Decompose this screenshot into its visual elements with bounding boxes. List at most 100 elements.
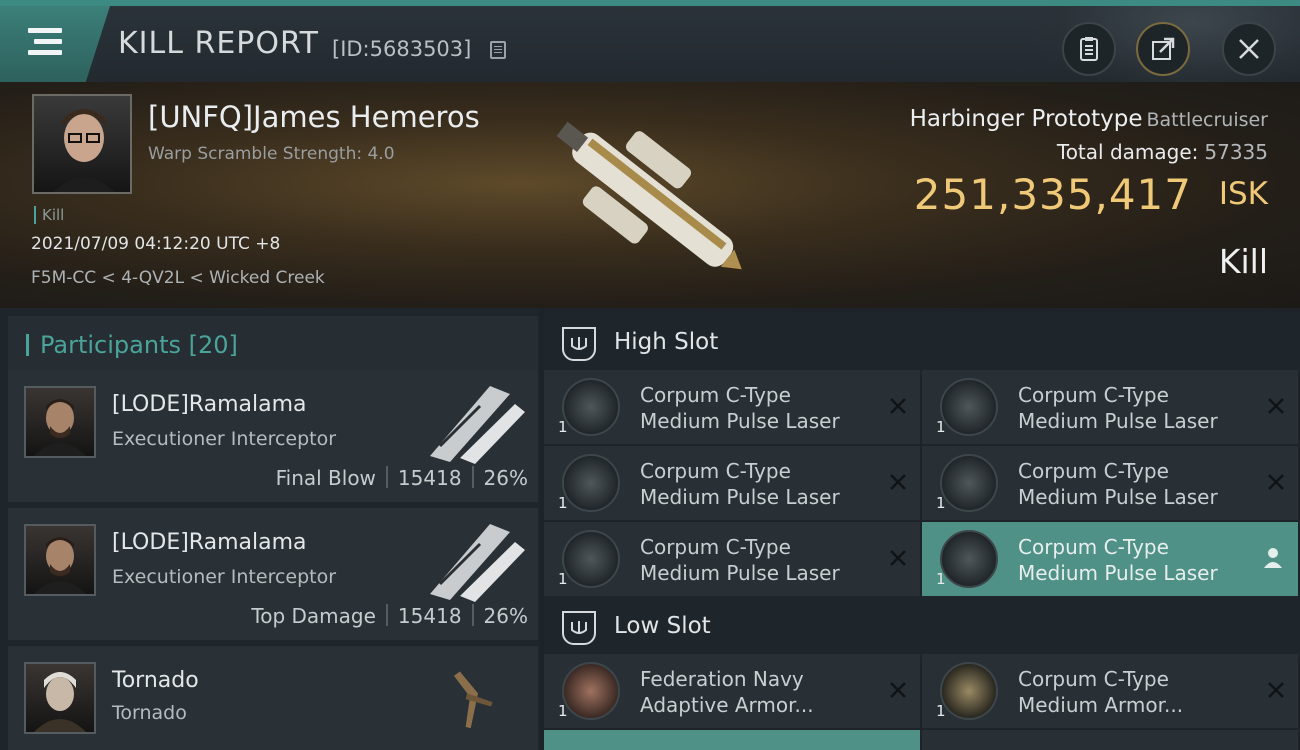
avatar-image	[53, 109, 115, 192]
clipboard-button[interactable]	[1062, 22, 1116, 76]
participants-label: Participants	[40, 331, 181, 359]
x-icon	[1268, 682, 1284, 698]
low-slot-label: Low Slot	[614, 613, 711, 639]
module-quantity: 1	[558, 702, 568, 720]
copy-icon[interactable]	[490, 41, 506, 59]
clipboard-icon	[1080, 37, 1098, 61]
module-name-line2: Medium Armor...	[1018, 693, 1184, 717]
kill-location[interactable]: F5M-CC < 4-QV2L < Wicked Creek	[31, 268, 325, 288]
module-quantity: 1	[558, 570, 568, 588]
participant-percent: 26%	[483, 466, 528, 490]
victim-ship-name[interactable]: Harbinger Prototype Battlecruiser	[910, 106, 1268, 132]
stat-divider	[385, 466, 388, 488]
low-slot-header: Low Slot	[544, 596, 1300, 658]
stat-divider	[471, 604, 474, 626]
total-damage-label: Total damage:	[1056, 140, 1199, 164]
kill-timestamp: 2021/07/09 04:12:20 UTC +8	[31, 234, 281, 254]
x-icon	[890, 398, 906, 414]
module-quantity: 1	[936, 702, 946, 720]
module-quantity: 1	[936, 418, 946, 436]
module-name: Corpum C-Type Medium Pulse Laser	[640, 382, 840, 434]
participant-stats: Final Blow 15418 26%	[276, 466, 528, 490]
armor-hardener-icon	[562, 662, 620, 720]
participant-damage: 15418	[397, 466, 462, 490]
participant-ship-image	[430, 386, 525, 464]
participant-ship: Executioner Interceptor	[112, 428, 337, 450]
pulse-laser-icon	[562, 530, 620, 588]
module-quantity: 1	[936, 570, 946, 588]
avatar-image	[34, 537, 86, 594]
participants-panel: Participants [20] [LODE]Ramalama Executi…	[0, 308, 540, 750]
participants-count: [20]	[188, 331, 238, 359]
pulse-laser-icon	[562, 378, 620, 436]
participant-card[interactable]: [LODE]Ramalama Executioner Interceptor F…	[8, 370, 538, 502]
module-item[interactable]: 1 Corpum C-Type Medium Pulse Laser	[922, 370, 1298, 444]
victim-summary: [UNFQ]James Hemeros Warp Scramble Streng…	[0, 82, 1300, 308]
module-name-line1: Corpum C-Type	[1018, 459, 1169, 483]
module-quantity: 1	[558, 494, 568, 512]
hamburger-icon-bar	[34, 39, 62, 44]
participants-header: Participants [20]	[8, 316, 538, 370]
participant-name: [LODE]Ramalama	[112, 392, 307, 417]
module-name-line2: Medium Pulse Laser	[1018, 561, 1218, 585]
hamburger-icon-bar	[28, 50, 62, 55]
x-icon	[890, 550, 906, 566]
module-name-line1: Corpum C-Type	[1018, 667, 1169, 691]
module-name-line2: Medium Pulse Laser	[640, 485, 840, 509]
avatar-image	[34, 399, 86, 456]
fitting-panel: High Slot 1 Corpum C-Type Medium Pulse La…	[540, 308, 1300, 750]
participant-tag: Top Damage	[251, 604, 376, 628]
page-title: KILL REPORT	[118, 26, 319, 61]
share-button[interactable]	[1136, 22, 1190, 76]
avatar-image	[34, 672, 86, 732]
module-item[interactable]: 1 Corpum C-Type Medium Pulse Laser	[544, 370, 920, 444]
participant-card[interactable]: [LODE]Ramalama Executioner Interceptor T…	[8, 508, 538, 640]
ship-type: Harbinger Prototype	[909, 106, 1143, 132]
high-slot-label: High Slot	[614, 329, 719, 355]
pulse-laser-icon	[940, 530, 998, 588]
total-damage: Total damage: 57335	[1057, 140, 1268, 164]
hamburger-icon	[28, 28, 62, 33]
header-bar: KILL REPORT [ID:5683503]	[0, 0, 1300, 88]
module-name: Federation Navy Adaptive Armor...	[640, 666, 814, 718]
module-name-line2: Medium Pulse Laser	[640, 561, 840, 585]
module-item-selected[interactable]: 1 Corpum C-Type Medium Pulse Laser	[922, 522, 1298, 596]
module-item-partial[interactable]	[544, 730, 920, 750]
isk-value: 251,335,417	[913, 170, 1192, 219]
victim-name[interactable]: [UNFQ]James Hemeros	[148, 100, 480, 134]
participant-card[interactable]: Tornado Tornado	[8, 646, 538, 750]
module-name-line2: Adaptive Armor...	[640, 693, 814, 717]
person-icon	[1264, 548, 1282, 568]
isk-unit: ISK	[1218, 176, 1268, 212]
armor-module-icon	[940, 662, 998, 720]
module-item-partial[interactable]	[922, 730, 1298, 750]
low-slot-icon	[562, 611, 596, 645]
participant-avatar	[24, 524, 96, 596]
participant-stats: Top Damage 15418 26%	[251, 604, 528, 628]
stat-divider	[471, 466, 474, 488]
module-item[interactable]: 1 Federation Navy Adaptive Armor...	[544, 654, 920, 728]
participant-tag: Final Blow	[275, 466, 376, 490]
victim-avatar[interactable]	[32, 94, 132, 194]
module-name: Corpum C-Type Medium Pulse Laser	[1018, 382, 1218, 434]
warp-scramble-strength: Warp Scramble Strength: 4.0	[148, 144, 395, 164]
high-slot-header: High Slot	[544, 312, 1300, 374]
participant-name: Tornado	[112, 668, 199, 693]
module-item[interactable]: 1 Corpum C-Type Medium Armor...	[922, 654, 1298, 728]
module-item[interactable]: 1 Corpum C-Type Medium Pulse Laser	[544, 446, 920, 520]
module-name: Corpum C-Type Medium Armor...	[1018, 666, 1183, 718]
module-quantity: 1	[936, 494, 946, 512]
x-icon	[890, 474, 906, 490]
kill-tag: Kill	[34, 206, 64, 224]
header-accent-bar	[26, 334, 29, 356]
menu-button[interactable]	[0, 6, 110, 82]
x-icon	[1268, 398, 1284, 414]
module-name-line2: Medium Pulse Laser	[1018, 485, 1218, 509]
victim-ship-image	[556, 121, 742, 270]
module-name-line2: Medium Pulse Laser	[1018, 409, 1218, 433]
participant-ship-image	[454, 671, 493, 729]
close-button[interactable]	[1222, 22, 1276, 76]
module-item[interactable]: 1 Corpum C-Type Medium Pulse Laser	[922, 446, 1298, 520]
module-item[interactable]: 1 Corpum C-Type Medium Pulse Laser	[544, 522, 920, 596]
participant-avatar	[24, 386, 96, 458]
